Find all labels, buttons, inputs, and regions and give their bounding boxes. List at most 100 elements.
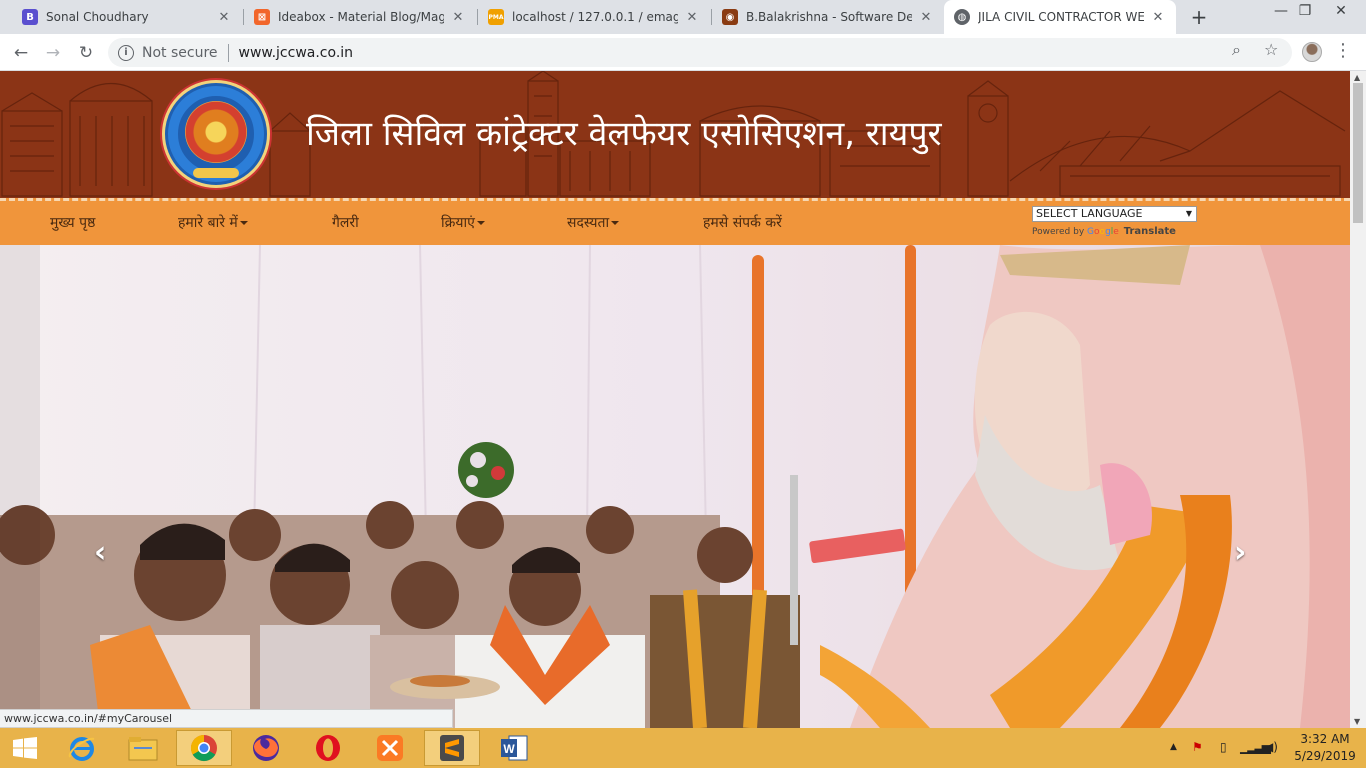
scroll-down-icon[interactable]: ▼ [1354,717,1360,726]
nav-label: गैलरी [332,215,359,231]
status-link-preview: www.jccwa.co.in/#myCarousel [0,709,453,728]
opera-button[interactable] [300,730,356,766]
tab-title: Sonal Choudhary [46,10,149,24]
nav-activities[interactable]: क्रियाएं [441,213,485,232]
scrollbar-thumb[interactable] [1353,83,1363,223]
deity-emblem-icon [185,101,247,163]
nav-label: हमसे संपर्क करें [703,215,782,231]
phpmyadmin-icon: PMA [488,9,504,25]
page-scrollbar[interactable]: ▲ ▼ [1350,71,1366,728]
file-explorer-button[interactable] [115,730,171,766]
carousel-prev-button[interactable]: ‹ [94,535,106,570]
action-center-flag-icon[interactable]: ⚑ [1192,740,1203,754]
chrome-button[interactable] [176,730,232,766]
nav-membership[interactable]: सदस्यता [567,213,620,232]
browser-toolbar: ← → ↻ i Not secure www.jccwa.co.in ⌕ ☆ ⋮ [0,34,1366,71]
windows-logo-icon [13,737,37,759]
word-button[interactable]: W [486,730,542,766]
nav-label: सदस्यता [567,215,610,231]
tab-balakrishna[interactable]: ◉ B.Balakrishna - Software Develo ✕ [712,0,944,34]
firefox-button[interactable] [238,730,294,766]
nav-contact[interactable]: हमसे संपर्क करें [703,213,782,232]
volume-icon[interactable]: ◀) [1264,740,1278,754]
system-clock[interactable]: 3:32 AM 5/29/2019 [1290,731,1360,765]
language-select[interactable]: SELECT LANGUAGE ▼ [1032,206,1197,222]
clock-time: 3:32 AM [1300,732,1350,746]
file-explorer-icon [128,737,158,761]
sublime-text-icon [440,735,464,761]
translate-link[interactable]: Translate [1124,226,1176,237]
carousel-slide-photo [0,245,1350,728]
tab-title: localhost / 127.0.0.1 / emagzine [512,10,678,24]
svg-text:W: W [503,742,515,756]
chrome-icon [190,734,217,762]
xampp-button[interactable] [362,730,418,766]
blogger-icon: B [22,9,38,25]
tab-title: B.Balakrishna - Software Develo [746,10,912,24]
ideabox-icon: ⊠ [254,9,270,25]
image-carousel: ‹ › [0,245,1350,728]
tab-phpmyadmin[interactable]: PMA localhost / 127.0.0.1 / emagzine ✕ [478,0,710,34]
close-icon[interactable]: ✕ [684,10,700,25]
tab-title: Ideabox - Material Blog/Magazi [278,10,444,24]
show-hidden-icons-icon[interactable]: ▲ [1170,742,1177,752]
back-button[interactable]: ← [8,40,34,66]
zoom-icon[interactable]: ⌕ [1232,40,1241,60]
tab-sonal-choudhary[interactable]: B Sonal Choudhary ✕ [12,0,242,34]
close-icon[interactable]: ✕ [216,10,232,25]
close-icon[interactable]: ✕ [450,10,466,25]
caret-down-icon [611,221,620,225]
start-button[interactable] [0,730,50,766]
browser-tab-strip: B Sonal Choudhary ✕ ⊠ Ideabox - Material… [0,0,1366,34]
tab-title: JILA CIVIL CONTRACTOR WELFA [978,10,1144,24]
firefox-icon [253,735,279,761]
association-logo[interactable] [162,80,270,188]
divider [227,43,229,62]
windows-taskbar: W ▲ ⚑ ▯ ▁▂▃▅ ◀) 3:32 AM 5/29/2019 [0,728,1366,768]
internet-explorer-icon [68,737,95,761]
google-translate-credit: Powered by Google Translate [1032,226,1176,237]
google-logo[interactable]: Google [1087,227,1119,237]
nav-label: मुख्य पृष्ठ [50,215,96,231]
nav-label: हमारे बारे में [178,215,238,231]
url-text: www.jccwa.co.in [238,44,354,61]
xampp-icon [377,735,403,761]
site-header: जिला सिविल कांट्रेक्टर वेलफेयर एसोसिएशन,… [0,71,1350,198]
new-tab-button[interactable]: + [1186,4,1212,30]
close-icon[interactable]: ✕ [1150,10,1166,25]
chevron-down-icon: ▼ [1185,209,1192,218]
language-select-value: SELECT LANGUAGE [1036,207,1143,220]
close-icon[interactable]: ✕ [918,10,934,25]
battery-icon[interactable]: ▯ [1220,740,1227,754]
tab-jccwa[interactable]: ◍ JILA CIVIL CONTRACTOR WELFA ✕ [944,0,1176,34]
caret-down-icon [476,221,485,225]
menu-icon[interactable]: ⋮ [1334,40,1352,61]
logo-ribbon [193,168,239,178]
globe-icon: ◍ [954,9,970,25]
clock-date: 5/29/2019 [1294,749,1356,763]
info-icon[interactable]: i [118,44,134,61]
main-navigation: मुख्य पृष्ठ हमारे बारे में गैलरी क्रियाए… [0,198,1350,245]
nav-label: क्रियाएं [441,215,475,231]
sublime-text-button[interactable] [424,730,480,766]
site-title: जिला सिविल कांट्रेक्टर वेलफेयर एसोसिएशन,… [306,114,942,154]
reload-button[interactable]: ↻ [73,40,99,66]
page-viewport: जिला सिविल कांट्रेक्टर वेलफेयर एसोसिएशन,… [0,71,1350,728]
security-label: Not secure [142,44,218,61]
nav-gallery[interactable]: गैलरी [332,213,359,232]
word-icon: W [501,735,528,761]
internet-explorer-button[interactable] [54,730,110,766]
profile-avatar[interactable] [1302,42,1322,62]
close-window-button[interactable]: ✕ [1318,0,1364,30]
forward-button[interactable]: → [40,40,66,66]
bookmark-star-icon[interactable]: ☆ [1264,40,1278,59]
opera-icon [316,735,340,761]
scroll-up-icon[interactable]: ▲ [1354,73,1360,82]
tab-ideabox[interactable]: ⊠ Ideabox - Material Blog/Magazi ✕ [244,0,476,34]
caret-down-icon [239,221,248,225]
carousel-next-button[interactable]: › [1234,535,1246,570]
nav-about[interactable]: हमारे बारे में [178,213,248,232]
avatar-icon: ◉ [722,9,738,25]
nav-home[interactable]: मुख्य पृष्ठ [50,213,95,232]
address-bar[interactable]: i Not secure www.jccwa.co.in [108,38,1292,67]
